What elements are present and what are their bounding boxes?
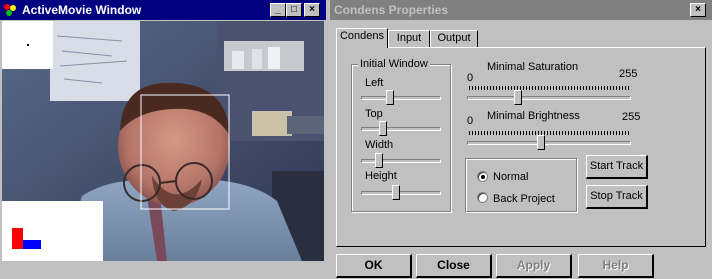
maximize-button[interactable]: □ [286,3,302,17]
brightness-min-label: 0 [467,115,474,127]
initial-window-label: Initial Window [358,58,430,70]
video-frame [2,21,324,261]
slider-thumb[interactable] [386,90,395,105]
close-label: Close [437,258,470,272]
saturation-max-label: 255 [619,68,638,80]
minimize-icon: _ [275,4,281,15]
tab-label: Output [437,32,471,44]
saturation-label: Minimal Saturation [487,61,579,73]
close-button[interactable]: × [304,3,320,17]
start-track-label: Start Track [589,160,644,172]
left-label: Left [365,77,384,89]
apply-button[interactable]: Apply [496,254,572,278]
minimize-button[interactable]: _ [270,3,286,17]
tab-input[interactable]: Input [388,30,430,47]
dialog-close-button[interactable]: × [690,3,706,17]
close-dialog-button[interactable]: Close [416,254,492,278]
height-slider[interactable] [361,191,441,195]
radio-normal[interactable] [477,171,488,182]
activemovie-bottom-edge [0,262,326,279]
help-label: Help [602,258,629,272]
slider-thumb[interactable] [379,121,387,136]
condens-tab-panel: Initial Window Left Top Width Height 0 M… [336,47,706,247]
apply-label: Apply [516,258,551,272]
stop-track-label: Stop Track [590,190,643,202]
width-slider[interactable] [361,159,441,163]
ok-label: OK [364,258,383,272]
brightness-thumb[interactable] [537,135,546,150]
saturation-min-label: 0 [467,72,474,84]
tab-output[interactable]: Output [430,30,478,47]
activemovie-title-bar[interactable]: ActiveMovie Window _ □ × [0,0,326,20]
top-label: Top [365,108,383,120]
maximize-icon: □ [290,4,298,15]
start-track-button[interactable]: Start Track [586,155,648,179]
tab-label: Input [396,32,422,44]
radio-selected-dot [481,175,485,179]
tab-condens[interactable]: Condens [336,28,388,48]
webcam-image [2,21,324,261]
brightness-max-label: 255 [622,111,641,123]
slider-thumb[interactable] [375,153,384,168]
help-button[interactable]: Help [578,254,654,278]
saturation-ticks [469,86,629,90]
width-label: Width [365,139,394,151]
brightness-ticks [469,131,629,135]
close-icon: × [309,4,315,15]
condens-title: Condens Properties [334,3,449,17]
brightness-slider[interactable] [467,141,631,145]
stop-track-button[interactable]: Stop Track [586,185,648,209]
ok-button[interactable]: OK [336,254,412,278]
tab-label: Condens [339,30,385,42]
radio-normal-label[interactable]: Normal [493,171,528,183]
saturation-thumb[interactable] [513,90,522,105]
close-icon: × [695,4,701,15]
activemovie-app-icon [3,3,17,17]
condens-title-bar[interactable]: Condens Properties × [330,0,712,20]
saturation-slider[interactable] [467,96,631,100]
activemovie-title: ActiveMovie Window [22,3,142,17]
radio-back-project[interactable] [477,192,488,203]
left-slider[interactable] [361,96,441,100]
condens-properties-dialog: Condens Properties × Condens Input Outpu… [330,0,712,279]
slider-thumb[interactable] [391,185,400,200]
top-slider[interactable] [361,127,441,131]
activemovie-window: ActiveMovie Window _ □ × [0,0,326,279]
brightness-label: Minimal Brightness [487,110,580,122]
radio-back-project-label[interactable]: Back Project [493,193,555,205]
height-label: Height [365,170,397,182]
